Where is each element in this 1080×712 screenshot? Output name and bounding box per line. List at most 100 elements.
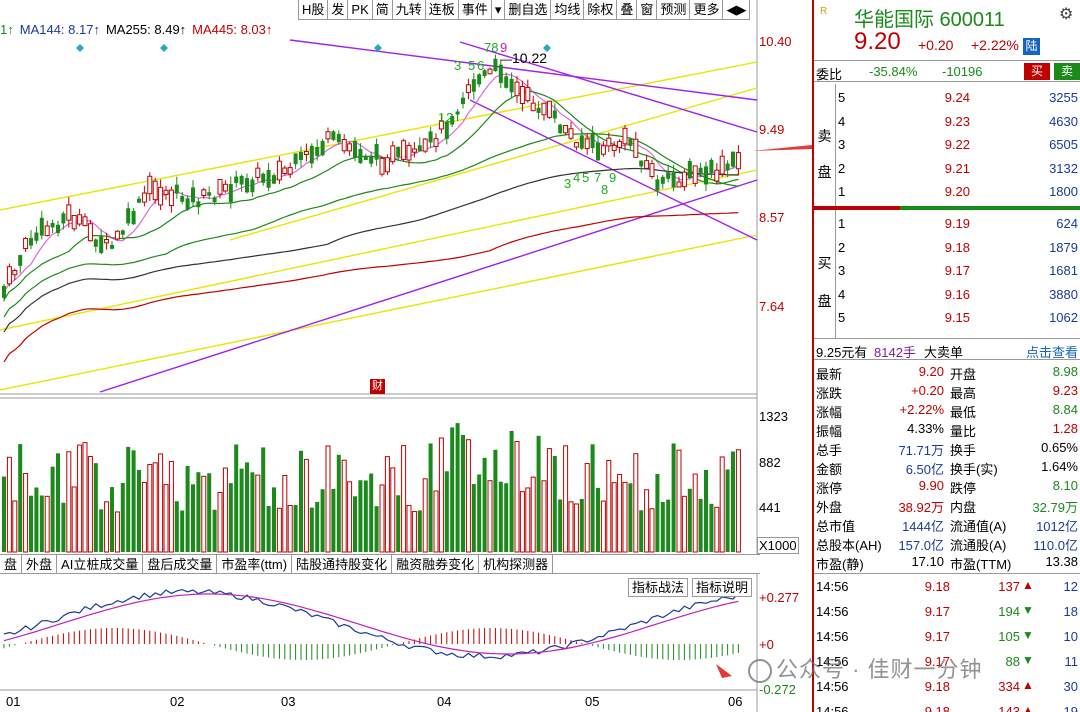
ask-qty: 3255 [1049, 90, 1078, 105]
candle-body [185, 198, 190, 210]
toolbar-item[interactable]: 发 [327, 0, 347, 20]
candle-body [536, 107, 541, 113]
ask-row[interactable]: 1 9.20 1800 [836, 180, 1080, 203]
candle-body [396, 146, 401, 158]
indicator-tab[interactable]: 盘后成交量 [143, 555, 218, 574]
candle-body [126, 208, 131, 224]
chart-toolbar: H股发 PK 简九转 连板 事件 ▾ 删自选 均线 除权叠窗预测 更多 ◀▶ [298, 0, 751, 20]
toolbar-item[interactable]: ▾ [490, 0, 505, 20]
toolbar-item[interactable]: 删自选 [504, 0, 550, 20]
toolbar-item[interactable]: 九转 [391, 0, 425, 20]
month-label: 04 [437, 694, 452, 709]
toolbar-item[interactable]: 预测 [656, 0, 689, 20]
volume-bar [671, 443, 676, 552]
toolbar-item[interactable]: 叠 [616, 0, 636, 20]
indicator-tab[interactable]: 市盈率(ttm) [217, 555, 293, 574]
bid-row[interactable]: 4 9.16 3880 [836, 283, 1080, 306]
toolbar-item[interactable]: 简 [371, 0, 392, 20]
volume-bar [29, 495, 33, 552]
finance-tag[interactable]: 财 [370, 379, 385, 394]
bid-level: 2 [838, 239, 846, 255]
view-link[interactable]: 点击查看 [1026, 342, 1078, 361]
indicator-tab[interactable]: 陆股通持股变化 [292, 555, 393, 574]
kline-chart[interactable] [0, 0, 812, 712]
quote-row: 涨停 9.90 跌停 8.10 [814, 476, 1080, 496]
candle-body [428, 131, 433, 143]
toolbar-item[interactable]: PK [347, 0, 371, 20]
quote-row: 金额 6.50亿 换手(实) 1.64% [814, 457, 1080, 477]
toolbar-item[interactable]: 事件 [457, 0, 491, 20]
quote-row: 振幅 4.33% 量比 1.28 [814, 419, 1080, 439]
tick-volume: 143 [998, 704, 1020, 712]
volume-bar [147, 464, 153, 553]
gear-icon[interactable]: ⚙ [1059, 4, 1073, 24]
volume-bar [152, 462, 158, 553]
candle-body [341, 138, 347, 152]
volume-bar [676, 449, 682, 553]
ask-row[interactable]: 2 9.21 3132 [836, 157, 1080, 180]
candle-body [131, 211, 136, 225]
bid-level: 3 [838, 263, 846, 278]
ma-line [3, 73, 739, 293]
stock-header: R 华能国际 600011 ⚙ 9.20 +0.20 +2.22% 陆 [814, 0, 1080, 58]
bid-price: 9.17 [944, 263, 970, 278]
candle-body [374, 144, 379, 160]
volume-bar [660, 502, 665, 552]
indicator-tab[interactable]: 盘 [0, 555, 23, 574]
bid-row[interactable]: 5 9.15 1062 [836, 306, 1080, 329]
candle-body [87, 223, 93, 242]
buy-button[interactable]: 买 [1024, 63, 1050, 80]
tick-row: 14:56 9.17 194 ▼ 18 [814, 599, 1080, 624]
candle-body [655, 179, 660, 191]
indicator-tab[interactable]: AI立桩成交量 [57, 555, 144, 574]
candle-body [18, 255, 23, 266]
price-tick: 9.49 [759, 122, 785, 137]
tick-count: 30 [1063, 679, 1078, 694]
bid-row[interactable]: 3 9.17 1681 [836, 259, 1080, 282]
candle-body [477, 74, 482, 85]
bid-qty: 3880 [1049, 286, 1078, 302]
volume-bar [379, 484, 385, 553]
quote-value: +0.20 [911, 383, 944, 398]
sell-button[interactable]: 卖 [1054, 63, 1080, 80]
toolbar-item[interactable]: 除权 [583, 0, 616, 20]
macd-tab[interactable]: 指标说明 [692, 578, 753, 597]
toolbar-item[interactable]: H股 [298, 0, 327, 20]
tick-count: 19 [1063, 704, 1078, 712]
chart-area[interactable]: H股发 PK 简九转 连板 事件 ▾ 删自选 均线 除权叠窗预测 更多 ◀▶ 1↑ MA144: 8.… [0, 0, 812, 712]
candle-body [422, 138, 428, 152]
ma-line [3, 167, 739, 333]
candle-body [23, 237, 29, 250]
toolbar-item[interactable]: 更多 [689, 0, 722, 20]
candle-body [369, 155, 374, 164]
volume-bar [141, 481, 147, 553]
toolbar-item[interactable]: 连板 [424, 0, 458, 20]
ask-level: 3 [838, 137, 846, 152]
toolbar-item[interactable]: 窗 [636, 0, 656, 20]
quote-value: 17.10 [911, 554, 944, 569]
macd-tab[interactable]: 指标战法 [628, 578, 689, 597]
current-price-arrow [752, 145, 812, 151]
volume-bar [552, 455, 557, 552]
ask-row[interactable]: 4 9.23 4630 [836, 110, 1080, 133]
ask-price: 9.21 [944, 160, 970, 176]
ratio-label: 委比 [816, 67, 843, 82]
toolbar-item[interactable]: ◀▶ [722, 0, 751, 20]
bid-row[interactable]: 1 9.19 624 [836, 212, 1080, 235]
bid-row[interactable]: 2 9.18 1879 [836, 236, 1080, 259]
volume-bar [568, 501, 574, 553]
channel-lines [0, 61, 758, 391]
ask-row[interactable]: 5 9.24 3255 [836, 86, 1080, 109]
volume-bar [217, 491, 223, 553]
tick-count: 18 [1063, 604, 1078, 619]
indicator-tab[interactable]: 融资融券变化 [392, 555, 480, 574]
ask-row[interactable]: 3 9.22 6505 [836, 133, 1080, 156]
candle-body [530, 102, 536, 112]
indicator-tab[interactable]: 外盘 [22, 555, 58, 574]
r-tag: R [820, 6, 828, 17]
toolbar-item[interactable]: 均线 [550, 0, 583, 20]
indicator-tab[interactable]: 机构探测器 [479, 555, 554, 574]
month-label: 02 [170, 694, 185, 709]
candle-body [687, 160, 692, 178]
volume-bar [191, 484, 195, 552]
